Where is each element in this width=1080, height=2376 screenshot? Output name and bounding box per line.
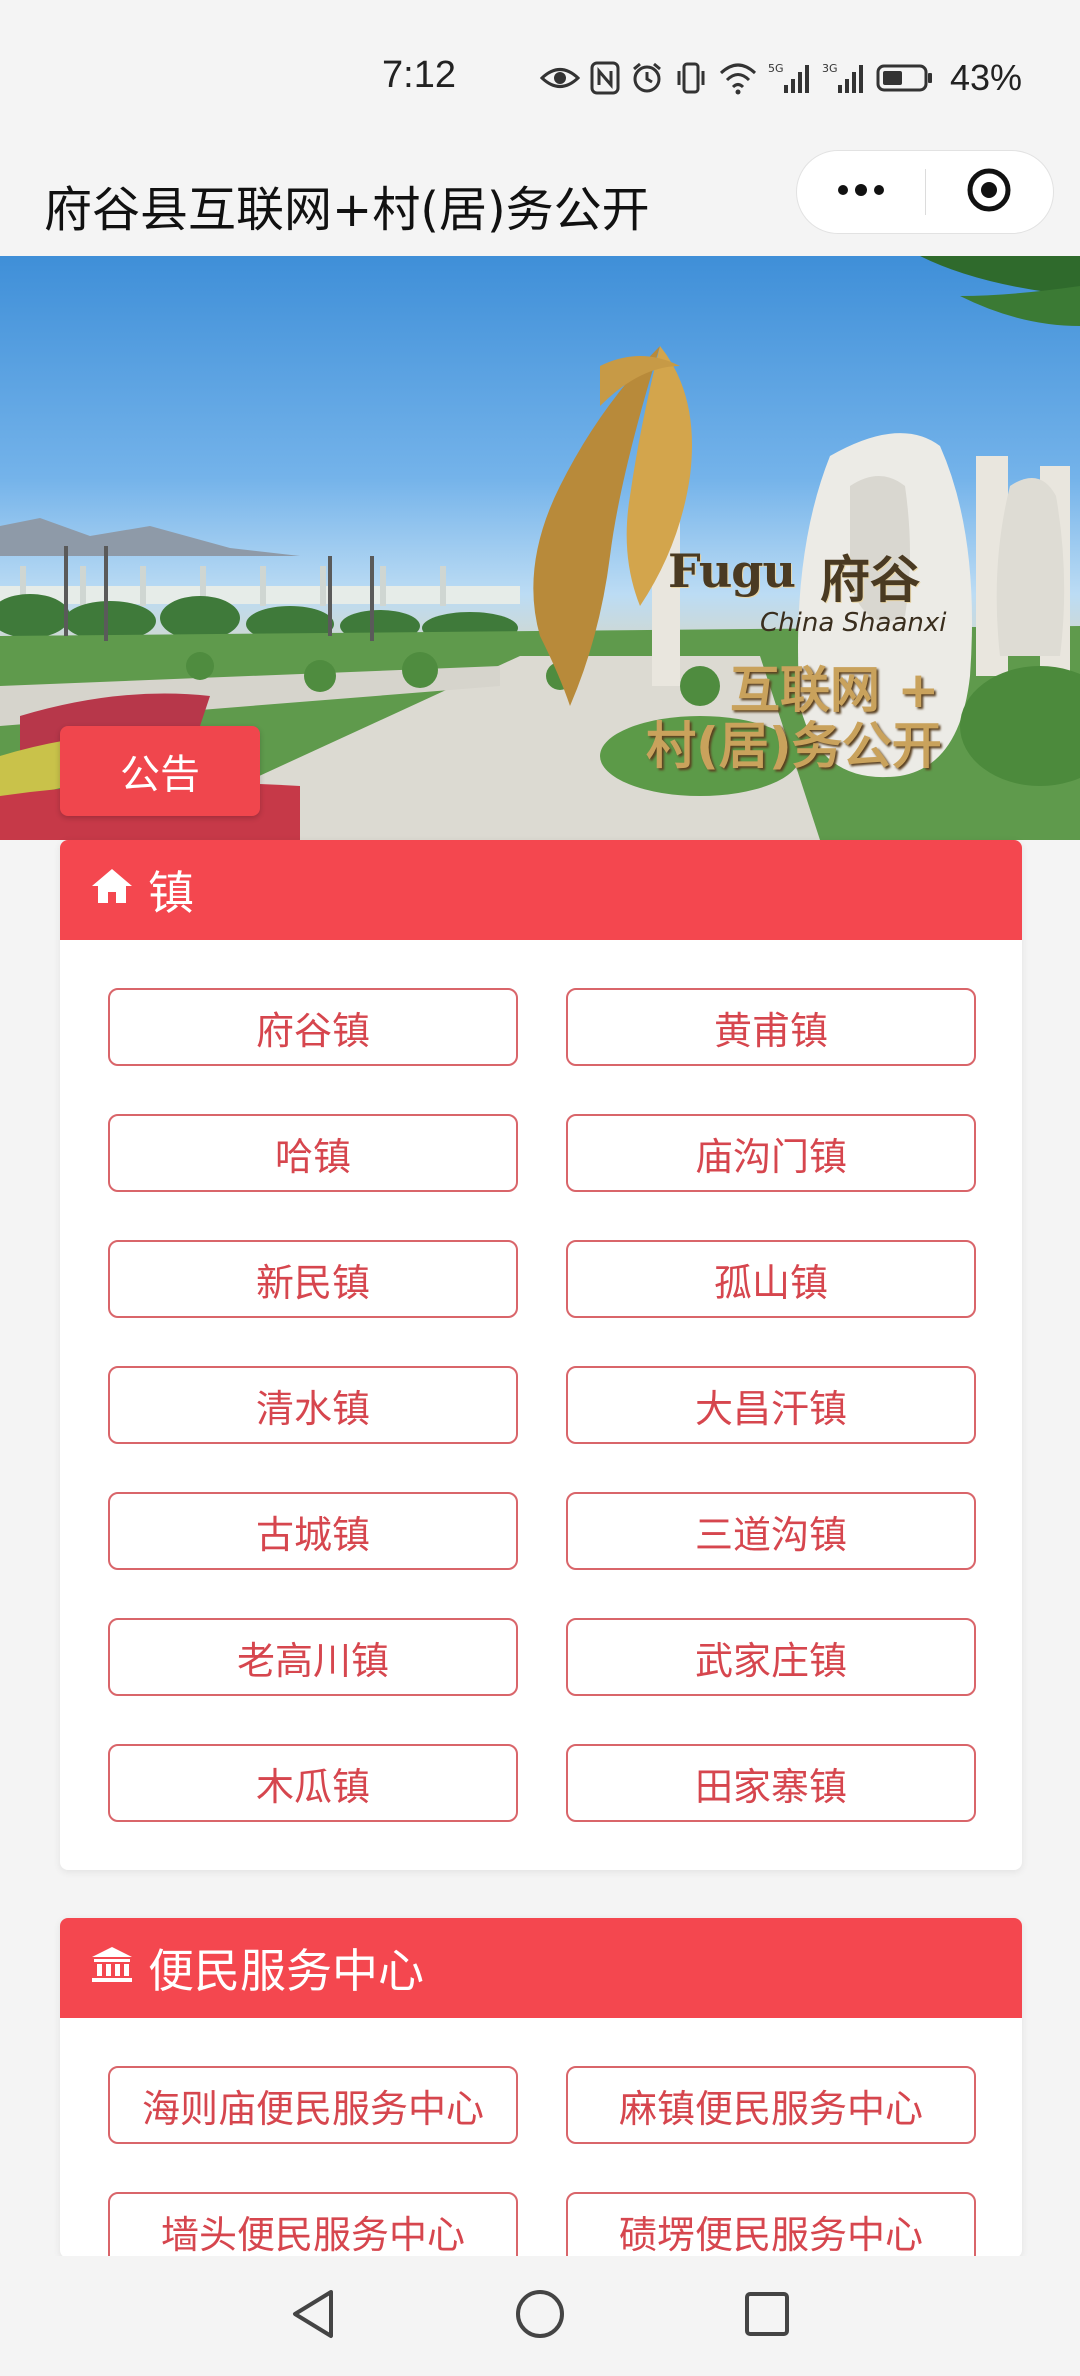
home-icon xyxy=(90,863,148,917)
service-centers-panel: 便民服务中心 海则庙便民服务中心 麻镇便民服务中心 墙头便民服务中心 碛塄便民服… xyxy=(60,1918,1022,2258)
nfc-icon xyxy=(590,61,620,95)
vibrate-icon xyxy=(674,61,708,95)
signal-3g-icon: 3G xyxy=(822,61,866,95)
alarm-icon xyxy=(630,61,664,95)
title-bar: 府谷县互联网+村(居)务公开 xyxy=(0,150,1080,256)
wifi-icon xyxy=(718,61,758,95)
towns-grid: 府谷镇 黄甫镇 哈镇 庙沟门镇 新民镇 孤山镇 清水镇 大昌汗镇 古城镇 三道沟… xyxy=(60,940,1022,1822)
status-bar: 7:12 5G 3G 43% xyxy=(0,0,1080,150)
towns-panel: 镇 府谷镇 黄甫镇 哈镇 庙沟门镇 新民镇 孤山镇 清水镇 大昌汗镇 古城镇 三… xyxy=(60,840,1022,1870)
signal-5g-icon: 5G xyxy=(768,61,812,95)
towns-header: 镇 xyxy=(60,840,1022,940)
service-center-button[interactable]: 墙头便民服务中心 xyxy=(108,2192,518,2258)
page-title: 府谷县互联网+村(居)务公开 xyxy=(44,182,650,238)
svg-text:3G: 3G xyxy=(822,62,838,75)
town-button[interactable]: 田家寨镇 xyxy=(566,1744,976,1822)
battery-icon xyxy=(876,63,934,93)
target-close-icon xyxy=(965,166,1013,218)
town-button[interactable]: 木瓜镇 xyxy=(108,1744,518,1822)
town-button[interactable]: 武家庄镇 xyxy=(566,1618,976,1696)
town-button[interactable]: 新民镇 xyxy=(108,1240,518,1318)
battery-percentage: 43% xyxy=(950,57,1023,98)
service-center-button[interactable]: 碛塄便民服务中心 xyxy=(566,2192,976,2258)
town-button[interactable]: 老高川镇 xyxy=(108,1618,518,1696)
banner-logo-chinese: 府谷 xyxy=(820,551,920,609)
service-center-button[interactable]: 海则庙便民服务中心 xyxy=(108,2066,518,2144)
back-triangle-icon[interactable] xyxy=(287,2286,339,2346)
more-dots-icon xyxy=(835,182,887,202)
notice-button[interactable]: 公告 xyxy=(60,726,260,816)
home-circle-icon[interactable] xyxy=(512,2286,568,2346)
town-button[interactable]: 庙沟门镇 xyxy=(566,1114,976,1192)
town-button[interactable]: 三道沟镇 xyxy=(566,1492,976,1570)
mini-program-capsule xyxy=(796,150,1054,234)
svg-text:5G: 5G xyxy=(768,62,784,75)
recents-square-icon[interactable] xyxy=(741,2288,793,2344)
service-centers-header-label: 便民服务中心 xyxy=(148,1944,424,1998)
service-centers-grid: 海则庙便民服务中心 麻镇便民服务中心 墙头便民服务中心 碛塄便民服务中心 xyxy=(60,2018,1022,2258)
banner-logo-subtitle: China Shaanxi xyxy=(760,608,947,638)
town-button[interactable]: 黄甫镇 xyxy=(566,988,976,1066)
town-button[interactable]: 清水镇 xyxy=(108,1366,518,1444)
town-button[interactable]: 孤山镇 xyxy=(566,1240,976,1318)
status-icons: 5G 3G 43% xyxy=(540,56,1022,100)
town-button[interactable]: 府谷镇 xyxy=(108,988,518,1066)
close-button[interactable] xyxy=(926,150,1054,234)
service-centers-header: 便民服务中心 xyxy=(60,1918,1022,2018)
banner-logo-english: Fugu xyxy=(668,544,796,598)
banner-slogan-line2: 村(居)务公开 xyxy=(646,717,942,775)
eye-icon xyxy=(540,63,580,93)
system-nav-bar xyxy=(0,2256,1080,2376)
more-button[interactable] xyxy=(797,150,925,234)
town-button[interactable]: 古城镇 xyxy=(108,1492,518,1570)
service-center-button[interactable]: 麻镇便民服务中心 xyxy=(566,2066,976,2144)
towns-header-label: 镇 xyxy=(148,866,194,920)
town-button[interactable]: 大昌汗镇 xyxy=(566,1366,976,1444)
town-button[interactable]: 哈镇 xyxy=(108,1114,518,1192)
status-time: 7:12 xyxy=(382,54,456,96)
building-icon xyxy=(90,1941,148,1995)
